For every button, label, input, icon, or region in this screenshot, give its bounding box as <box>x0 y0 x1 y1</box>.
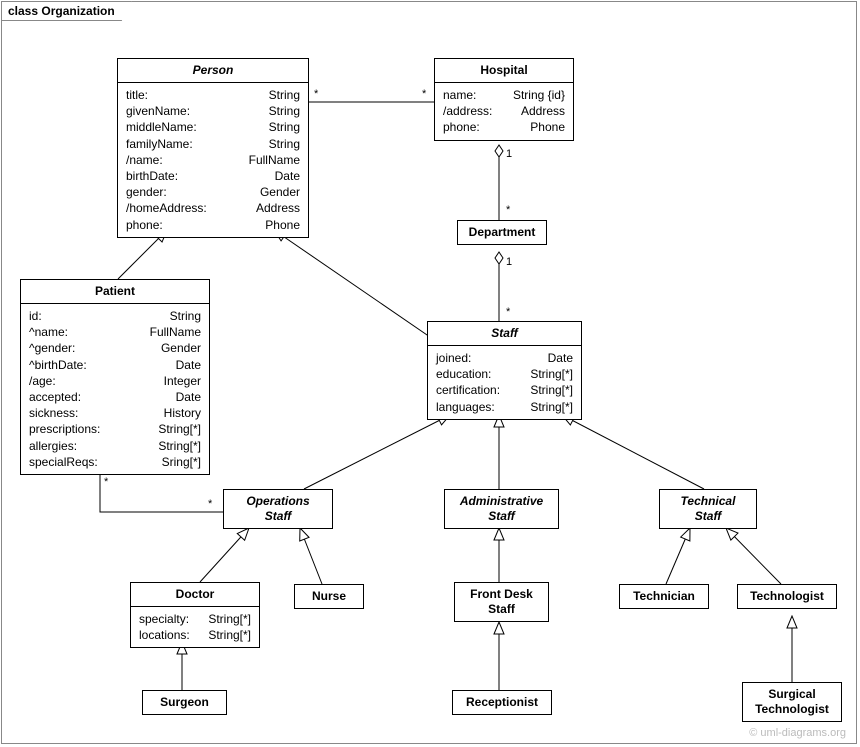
attribute-row: certification:String[*] <box>436 382 573 398</box>
attribute-row: middleName:String <box>126 119 300 135</box>
attribute-row: /address:Address <box>443 103 565 119</box>
mult-person-hospital-left: * <box>314 88 318 100</box>
attribute-row: ^name:FullName <box>29 324 201 340</box>
mult-patient-ops-left: * <box>104 476 108 488</box>
class-technician-title: Technician <box>620 585 708 608</box>
mult-hospital-dept-bot: * <box>506 204 510 216</box>
class-doctor-title: Doctor <box>131 583 259 607</box>
class-surgical-technologist: Surgical Technologist <box>742 682 842 722</box>
mult-dept-staff-bot: * <box>506 306 510 318</box>
attribute-row: /homeAddress:Address <box>126 200 300 216</box>
class-administrative-staff-title: Administrative Staff <box>445 490 558 528</box>
class-patient: Patient id:String^name:FullName^gender:G… <box>20 279 210 475</box>
attribute-row: specialReqs:Sring[*] <box>29 454 201 470</box>
class-department: Department <box>457 220 547 245</box>
class-surgeon-title: Surgeon <box>143 691 226 714</box>
mult-dept-staff-top: 1 <box>506 256 512 268</box>
class-person: Person title:StringgivenName:Stringmiddl… <box>117 58 309 238</box>
attribute-row: ^birthDate:Date <box>29 357 201 373</box>
class-nurse: Nurse <box>294 584 364 609</box>
attribute-row: gender:Gender <box>126 184 300 200</box>
frame-title: class Organization <box>1 1 132 21</box>
attribute-row: allergies:String[*] <box>29 438 201 454</box>
attribute-row: name:String {id} <box>443 87 565 103</box>
attribute-row: languages:String[*] <box>436 399 573 415</box>
class-hospital: Hospital name:String {id}/address:Addres… <box>434 58 574 141</box>
class-person-attrs: title:StringgivenName:StringmiddleName:S… <box>118 83 308 237</box>
class-technician: Technician <box>619 584 709 609</box>
attribute-row: ^gender:Gender <box>29 340 201 356</box>
class-staff-title: Staff <box>428 322 581 346</box>
attribute-row: phone:Phone <box>126 217 300 233</box>
attribute-row: title:String <box>126 87 300 103</box>
class-receptionist: Receptionist <box>452 690 552 715</box>
attribute-row: specialty:String[*] <box>139 611 251 627</box>
class-surgeon: Surgeon <box>142 690 227 715</box>
attribute-row: id:String <box>29 308 201 324</box>
mult-person-hospital-right: * <box>422 88 426 100</box>
class-staff: Staff joined:Dateeducation:String[*]cert… <box>427 321 582 420</box>
attribute-row: /age:Integer <box>29 373 201 389</box>
class-hospital-attrs: name:String {id}/address:Addressphone:Ph… <box>435 83 573 140</box>
class-nurse-title: Nurse <box>295 585 363 608</box>
class-doctor: Doctor specialty:String[*]locations:Stri… <box>130 582 260 648</box>
attribute-row: phone:Phone <box>443 119 565 135</box>
class-department-title: Department <box>458 221 546 244</box>
attribute-row: joined:Date <box>436 350 573 366</box>
attribute-row: familyName:String <box>126 136 300 152</box>
class-administrative-staff: Administrative Staff <box>444 489 559 529</box>
class-technical-staff: Technical Staff <box>659 489 757 529</box>
attribute-row: locations:String[*] <box>139 627 251 643</box>
attribute-row: sickness:History <box>29 405 201 421</box>
attribute-row: birthDate:Date <box>126 168 300 184</box>
mult-hospital-dept-top: 1 <box>506 148 512 160</box>
class-patient-title: Patient <box>21 280 209 304</box>
package-frame: class Organization <box>1 1 857 744</box>
attribute-row: education:String[*] <box>436 366 573 382</box>
mult-patient-ops-right: * <box>208 498 212 510</box>
attribute-row: givenName:String <box>126 103 300 119</box>
class-front-desk-staff: Front Desk Staff <box>454 582 549 622</box>
class-technologist-title: Technologist <box>738 585 836 608</box>
class-hospital-title: Hospital <box>435 59 573 83</box>
class-patient-attrs: id:String^name:FullName^gender:Gender^bi… <box>21 304 209 474</box>
class-receptionist-title: Receptionist <box>453 691 551 714</box>
class-surgical-technologist-title: Surgical Technologist <box>743 683 841 721</box>
class-front-desk-staff-title: Front Desk Staff <box>455 583 548 621</box>
class-operations-staff-title: Operations Staff <box>224 490 332 528</box>
class-operations-staff: Operations Staff <box>223 489 333 529</box>
attribute-row: /name:FullName <box>126 152 300 168</box>
attribute-row: accepted:Date <box>29 389 201 405</box>
class-technical-staff-title: Technical Staff <box>660 490 756 528</box>
class-person-title: Person <box>118 59 308 83</box>
watermark: © uml-diagrams.org <box>749 727 846 739</box>
class-doctor-attrs: specialty:String[*]locations:String[*] <box>131 607 259 647</box>
class-staff-attrs: joined:Dateeducation:String[*]certificat… <box>428 346 581 419</box>
class-technologist: Technologist <box>737 584 837 609</box>
attribute-row: prescriptions:String[*] <box>29 421 201 437</box>
